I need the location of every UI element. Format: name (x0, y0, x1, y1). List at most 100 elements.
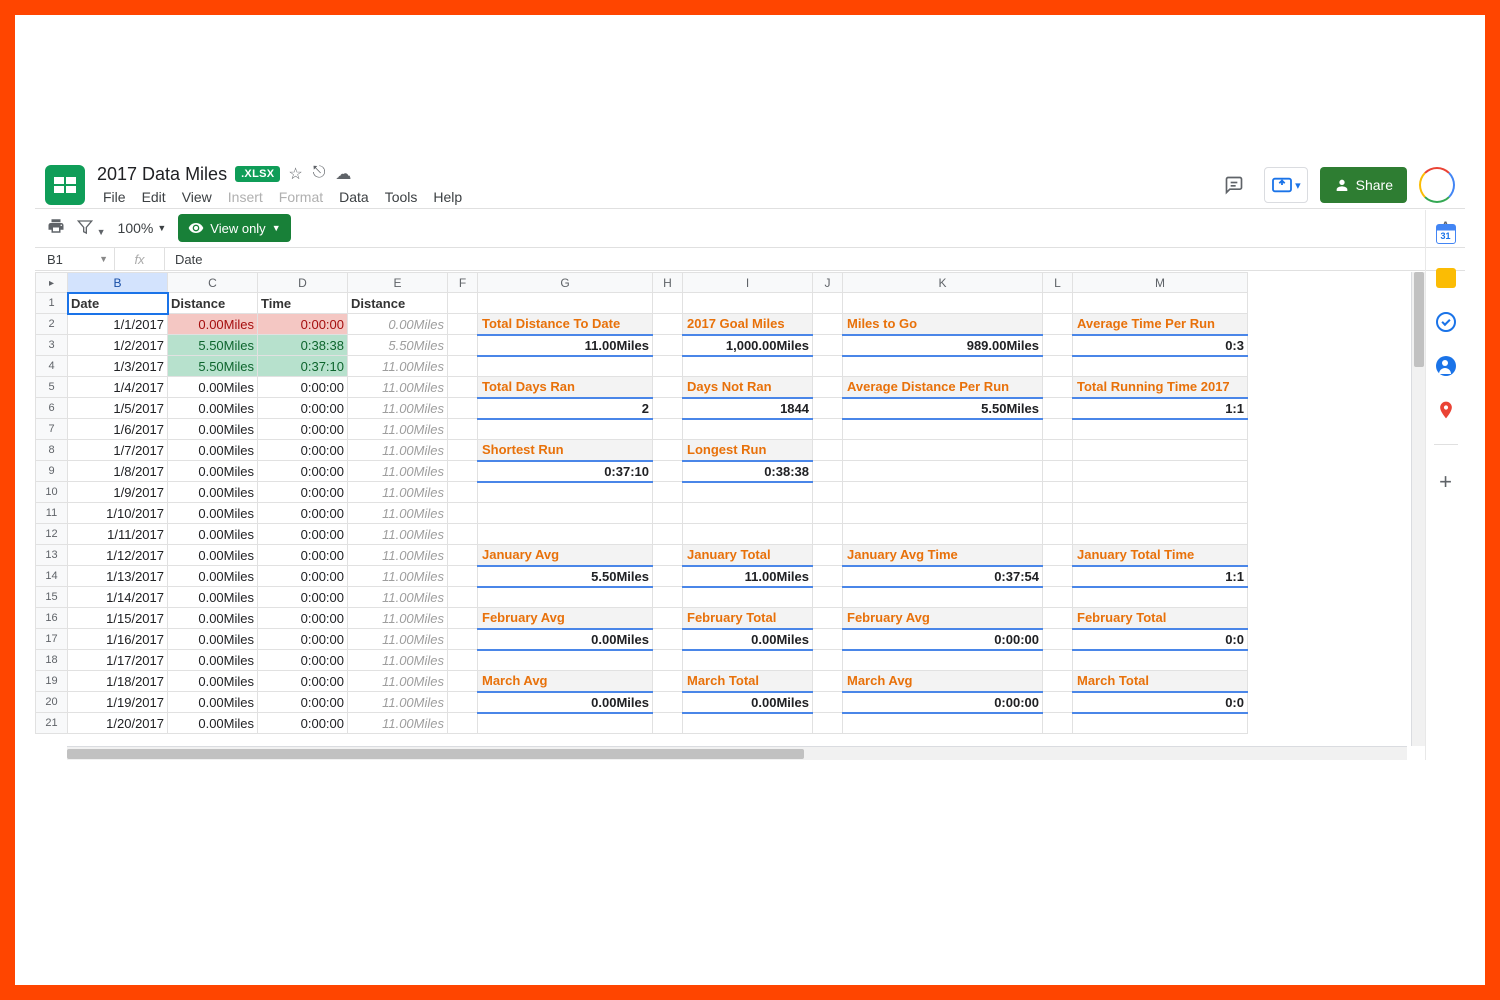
cell-I21[interactable] (683, 713, 813, 734)
star-icon[interactable]: ☆ (288, 164, 302, 184)
cell-G21[interactable] (478, 713, 653, 734)
row-header-20[interactable]: 20 (36, 692, 68, 713)
cell-H20[interactable] (653, 692, 683, 713)
cell-L14[interactable] (1043, 566, 1073, 587)
cell-B20[interactable]: 1/19/2017 (68, 692, 168, 713)
cell-M20[interactable]: 0:0 (1073, 692, 1248, 713)
cell-C21[interactable]: 0.00Miles (168, 713, 258, 734)
cell-I18[interactable] (683, 650, 813, 671)
cell-M9[interactable] (1073, 461, 1248, 482)
cell-D10[interactable]: 0:00:00 (258, 482, 348, 503)
print-icon[interactable] (47, 217, 65, 240)
cell-D3[interactable]: 0:38:38 (258, 335, 348, 356)
cell-K11[interactable] (843, 503, 1043, 524)
cell-J11[interactable] (813, 503, 843, 524)
cell-B19[interactable]: 1/18/2017 (68, 671, 168, 692)
cell-I7[interactable] (683, 419, 813, 440)
spreadsheet-grid[interactable]: ▸BCDEFGHIJKLM1DateDistanceTimeDistance21… (35, 272, 1425, 760)
cell-L12[interactable] (1043, 524, 1073, 545)
cell-H10[interactable] (653, 482, 683, 503)
cell-C2[interactable]: 0.00Miles (168, 314, 258, 335)
account-avatar[interactable] (1419, 167, 1455, 203)
cell-M16[interactable]: February Total (1073, 608, 1248, 629)
cell-D4[interactable]: 0:37:10 (258, 356, 348, 377)
cell-D18[interactable]: 0:00:00 (258, 650, 348, 671)
row-header-9[interactable]: 9 (36, 461, 68, 482)
cell-F16[interactable] (448, 608, 478, 629)
vertical-scrollbar[interactable] (1411, 272, 1425, 746)
cell-G6[interactable]: 2 (478, 398, 653, 419)
cell-B7[interactable]: 1/6/2017 (68, 419, 168, 440)
cell-M19[interactable]: March Total (1073, 671, 1248, 692)
cell-B6[interactable]: 1/5/2017 (68, 398, 168, 419)
cell-F3[interactable] (448, 335, 478, 356)
row-header-14[interactable]: 14 (36, 566, 68, 587)
cell-F6[interactable] (448, 398, 478, 419)
cell-J20[interactable] (813, 692, 843, 713)
cell-I13[interactable]: January Total (683, 545, 813, 566)
cell-L9[interactable] (1043, 461, 1073, 482)
cell-G12[interactable] (478, 524, 653, 545)
cell-J9[interactable] (813, 461, 843, 482)
move-icon[interactable]: ⎋ (313, 164, 326, 184)
cell-E4[interactable]: 11.00Miles (348, 356, 448, 377)
cell-E18[interactable]: 11.00Miles (348, 650, 448, 671)
active-cell[interactable]: Date (68, 293, 168, 314)
cell-B2[interactable]: 1/1/2017 (68, 314, 168, 335)
cell-M8[interactable] (1073, 440, 1248, 461)
cell-B4[interactable]: 1/3/2017 (68, 356, 168, 377)
cell-G8[interactable]: Shortest Run (478, 440, 653, 461)
cell-B21[interactable]: 1/20/2017 (68, 713, 168, 734)
cell-G4[interactable] (478, 356, 653, 377)
row-header-11[interactable]: 11 (36, 503, 68, 524)
cell-G7[interactable] (478, 419, 653, 440)
cell-L15[interactable] (1043, 587, 1073, 608)
cell-H11[interactable] (653, 503, 683, 524)
cell-F8[interactable] (448, 440, 478, 461)
menu-format[interactable]: Format (273, 187, 329, 207)
cell-G19[interactable]: March Avg (478, 671, 653, 692)
cell-E16[interactable]: 11.00Miles (348, 608, 448, 629)
row-header-15[interactable]: 15 (36, 587, 68, 608)
cell-B10[interactable]: 1/9/2017 (68, 482, 168, 503)
menu-insert[interactable]: Insert (222, 187, 269, 207)
row-header-10[interactable]: 10 (36, 482, 68, 503)
present-button[interactable]: ▾ (1264, 167, 1308, 203)
cell-H7[interactable] (653, 419, 683, 440)
cell-F18[interactable] (448, 650, 478, 671)
cell-C14[interactable]: 0.00Miles (168, 566, 258, 587)
cell-F2[interactable] (448, 314, 478, 335)
cell-J14[interactable] (813, 566, 843, 587)
cell-G17[interactable]: 0.00Miles (478, 629, 653, 650)
cell-D14[interactable]: 0:00:00 (258, 566, 348, 587)
cell-M12[interactable] (1073, 524, 1248, 545)
cell-B12[interactable]: 1/11/2017 (68, 524, 168, 545)
menu-data[interactable]: Data (333, 187, 375, 207)
col-header-I[interactable]: I (683, 273, 813, 293)
cell-J2[interactable] (813, 314, 843, 335)
cell-L18[interactable] (1043, 650, 1073, 671)
cell-G20[interactable]: 0.00Miles (478, 692, 653, 713)
cell-J12[interactable] (813, 524, 843, 545)
row-header-6[interactable]: 6 (36, 398, 68, 419)
cell-D9[interactable]: 0:00:00 (258, 461, 348, 482)
cell-M4[interactable] (1073, 356, 1248, 377)
cell-K16[interactable]: February Avg (843, 608, 1043, 629)
cell-H6[interactable] (653, 398, 683, 419)
cell-E2[interactable]: 0.00Miles (348, 314, 448, 335)
cell-D7[interactable]: 0:00:00 (258, 419, 348, 440)
cell-M3[interactable]: 0:3 (1073, 335, 1248, 356)
cell-C1[interactable]: Distance (168, 293, 258, 314)
cell-L19[interactable] (1043, 671, 1073, 692)
menu-help[interactable]: Help (427, 187, 468, 207)
cell-H13[interactable] (653, 545, 683, 566)
cell-D17[interactable]: 0:00:00 (258, 629, 348, 650)
zoom-dropdown[interactable]: 100% ▼ (118, 220, 167, 236)
cell-E13[interactable]: 11.00Miles (348, 545, 448, 566)
cell-C10[interactable]: 0.00Miles (168, 482, 258, 503)
cell-L17[interactable] (1043, 629, 1073, 650)
cell-M14[interactable]: 1:1 (1073, 566, 1248, 587)
cell-F15[interactable] (448, 587, 478, 608)
cell-B3[interactable]: 1/2/2017 (68, 335, 168, 356)
cell-K6[interactable]: 5.50Miles (843, 398, 1043, 419)
